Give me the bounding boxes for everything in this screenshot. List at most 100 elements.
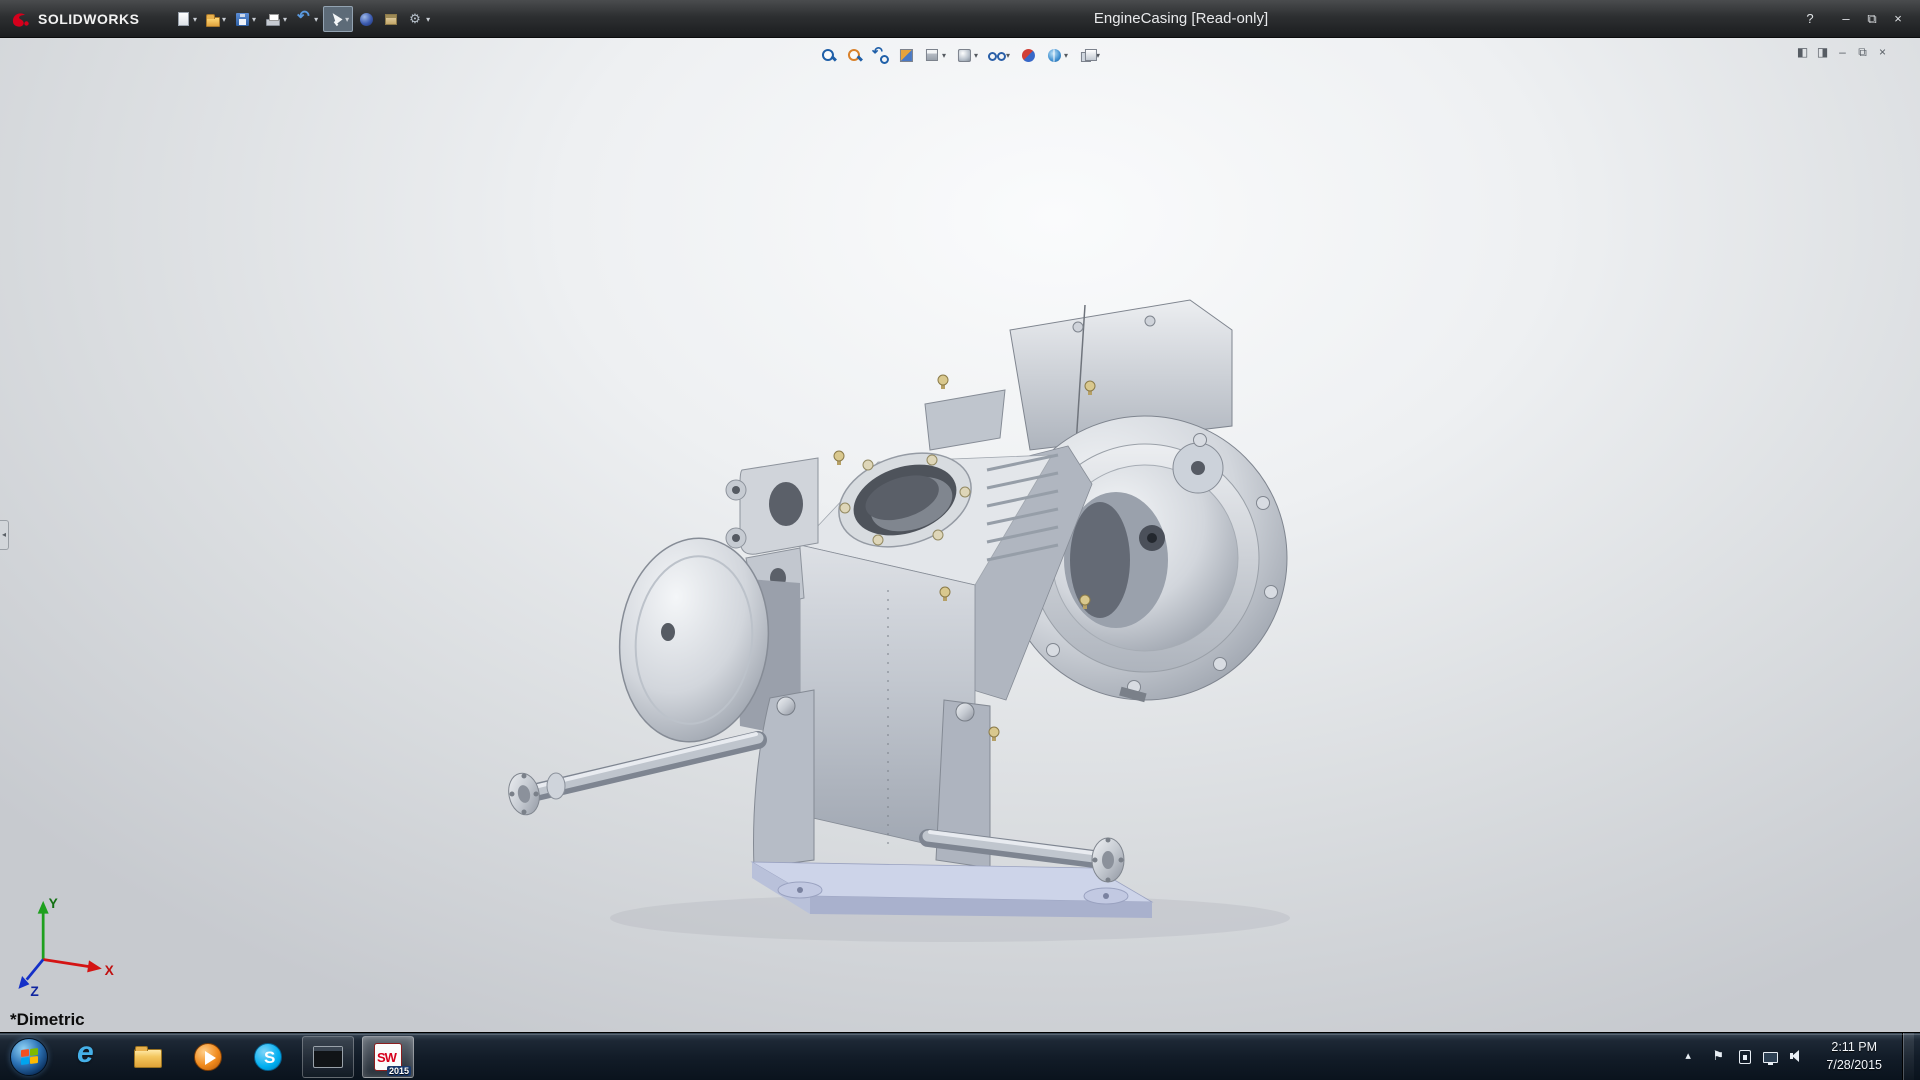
file-explorer-taskbar-button[interactable] xyxy=(122,1036,174,1078)
open-document-button[interactable]: ▾ xyxy=(202,6,230,32)
show-desktop-button[interactable] xyxy=(1902,1033,1914,1080)
edit-appearance-button[interactable] xyxy=(1016,42,1040,68)
hide-show-items-button[interactable]: ▾ xyxy=(984,42,1014,68)
print-icon xyxy=(266,19,280,26)
file-properties-button[interactable] xyxy=(379,6,403,32)
help-button[interactable]: ? xyxy=(1798,8,1822,30)
view-orientation-icon xyxy=(926,49,938,61)
document-window-controls: ◧ ◨–⧉ × xyxy=(1795,44,1890,60)
action-center-flag-icon[interactable] xyxy=(1711,1049,1727,1065)
new-document-button[interactable]: ▾ xyxy=(172,6,201,32)
power-icon[interactable] xyxy=(1739,1050,1751,1064)
command-prompt-taskbar-button[interactable] xyxy=(302,1036,354,1078)
apply-scene-icon xyxy=(1048,49,1061,62)
zoom-to-area-icon xyxy=(846,47,862,63)
windows-logo-icon xyxy=(10,1038,48,1076)
save-button[interactable]: ▾ xyxy=(231,6,260,32)
options-icon xyxy=(408,11,424,27)
titlebar: SOLIDWORKS ▾ ▾ ▾ ▾ ▾ ▾ ▾ EngineCasing [Read-on… xyxy=(0,0,1920,38)
options-button[interactable]: ▾ xyxy=(404,6,434,32)
close-document-button[interactable]: × xyxy=(1875,44,1890,60)
file-properties-icon xyxy=(385,14,397,25)
zoom-to-fit-icon xyxy=(820,47,836,63)
file-explorer-icon xyxy=(134,1049,162,1068)
volume-icon[interactable] xyxy=(1790,1049,1806,1065)
triad-y-label: Y xyxy=(49,896,58,911)
engine-casing-model xyxy=(0,38,1920,1032)
window-controls: ?–⧉× xyxy=(1798,0,1910,38)
dropdown-arrow-icon[interactable]: ▾ xyxy=(283,15,287,24)
hide-show-items-icon xyxy=(988,47,1004,63)
dropdown-arrow-icon[interactable]: ▾ xyxy=(314,15,318,24)
internet-explorer-icon xyxy=(73,1042,103,1072)
new-document-icon xyxy=(178,12,189,26)
dropdown-arrow-icon[interactable]: ▾ xyxy=(426,15,430,24)
restore-button[interactable]: ⧉ xyxy=(1860,8,1884,30)
skype-icon xyxy=(254,1043,282,1071)
solidworks-badge: 2015 xyxy=(387,1066,411,1076)
section-view-icon xyxy=(899,49,912,62)
view-settings-button[interactable]: ▾ xyxy=(1074,42,1104,68)
display-style-button[interactable]: ▾ xyxy=(952,42,982,68)
system-tray: 2:11 PM 7/28/2015 xyxy=(1683,1033,1920,1080)
solidworks-menu-logo[interactable]: SOLIDWORKS xyxy=(10,0,139,38)
dropdown-arrow-icon[interactable]: ▾ xyxy=(942,51,946,60)
window-title: EngineCasing [Read-only] xyxy=(1040,0,1322,38)
close-button[interactable]: × xyxy=(1886,8,1910,30)
taskbar-items: 2015 xyxy=(62,1033,414,1080)
undo-icon xyxy=(296,11,312,27)
apply-scene-button[interactable]: ▾ xyxy=(1042,42,1072,68)
dropdown-arrow-icon[interactable]: ▾ xyxy=(252,15,256,24)
dropdown-arrow-icon[interactable]: ▾ xyxy=(1064,51,1068,60)
zoom-to-fit-button[interactable] xyxy=(816,42,840,68)
select-button[interactable]: ▾ xyxy=(323,6,353,32)
triad-x-label: X xyxy=(105,963,115,978)
command-prompt-icon xyxy=(313,1046,343,1068)
dropdown-arrow-icon[interactable]: ▾ xyxy=(1006,51,1010,60)
taskbar-clock[interactable]: 2:11 PM 7/28/2015 xyxy=(1818,1039,1890,1074)
print-button[interactable]: ▾ xyxy=(261,6,291,32)
skype-taskbar-button[interactable] xyxy=(242,1036,294,1078)
taskbar: 2015 2:11 PM 7/28/2015 xyxy=(0,1032,1920,1080)
app-name: SOLIDWORKS xyxy=(38,11,139,27)
undo-button[interactable]: ▾ xyxy=(292,6,322,32)
start-button[interactable] xyxy=(0,1033,58,1080)
zoom-to-area-button[interactable] xyxy=(842,42,866,68)
graphics-viewport[interactable]: ▾▾▾▾▾ ◧◨–⧉× ◂ Y X Z *Dimetric xyxy=(0,38,1920,1032)
rebuild-button[interactable] xyxy=(354,6,378,32)
view-orientation-button[interactable]: ▾ xyxy=(920,42,950,68)
section-view-button[interactable] xyxy=(894,42,918,68)
minimize-document-button[interactable]: – xyxy=(1835,44,1850,60)
select-icon xyxy=(327,11,343,27)
desktop: SOLIDWORKS ▾ ▾ ▾ ▾ ▾ ▾ ▾ EngineCasing [Read-on… xyxy=(0,0,1920,1080)
hidden-icons-chevron-icon[interactable] xyxy=(1683,1049,1699,1065)
solidworks-logo-icon xyxy=(10,8,32,30)
dropdown-arrow-icon[interactable]: ▾ xyxy=(193,15,197,24)
edit-appearance-icon xyxy=(1022,49,1035,62)
minimize-button[interactable]: – xyxy=(1834,8,1858,30)
clock-date: 7/28/2015 xyxy=(1826,1057,1882,1075)
dropdown-arrow-icon[interactable]: ▾ xyxy=(974,51,978,60)
tray-icons xyxy=(1683,1049,1806,1065)
solidworks-taskbar-button[interactable]: 2015 xyxy=(362,1036,414,1078)
internet-explorer-taskbar-button[interactable] xyxy=(62,1036,114,1078)
triad-z-label: Z xyxy=(30,984,38,999)
save-icon xyxy=(236,13,249,26)
previous-view-icon xyxy=(872,47,888,63)
media-player-taskbar-button[interactable] xyxy=(182,1036,234,1078)
previous-view-button[interactable] xyxy=(868,42,892,68)
display-style-icon xyxy=(957,49,970,62)
clock-time: 2:11 PM xyxy=(1826,1039,1882,1057)
base-plate xyxy=(752,862,1152,918)
pane-left-button[interactable]: ◧ xyxy=(1795,44,1810,60)
pane-right-button[interactable]: ◨ xyxy=(1815,44,1830,60)
view-settings-icon xyxy=(1081,52,1091,62)
feature-manager-collapse-tab[interactable]: ◂ xyxy=(0,520,9,550)
display-icon[interactable] xyxy=(1763,1052,1778,1063)
dropdown-arrow-icon[interactable]: ▾ xyxy=(345,15,349,24)
media-player-icon xyxy=(194,1043,222,1071)
rebuild-icon xyxy=(360,13,373,26)
open-document-icon xyxy=(206,17,220,27)
dropdown-arrow-icon[interactable]: ▾ xyxy=(222,15,226,24)
restore-document-button[interactable]: ⧉ xyxy=(1855,44,1870,60)
